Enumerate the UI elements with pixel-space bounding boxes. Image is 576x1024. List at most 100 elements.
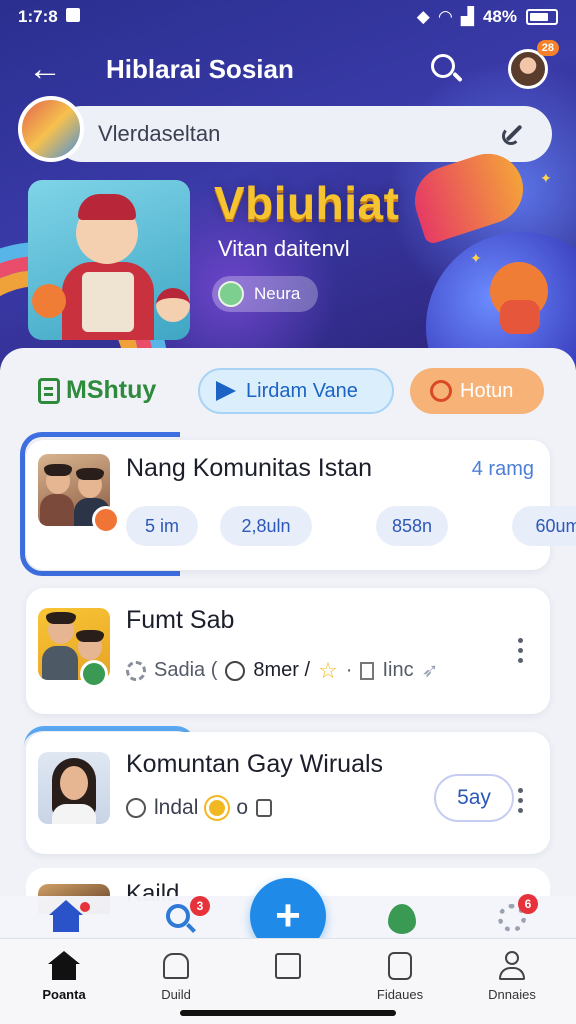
community-card[interactable]: Komuntan Gay Wiruals lndal o 5ay <box>26 732 550 854</box>
tab-label: Poanta <box>42 987 86 1002</box>
community-badge-icon <box>80 660 108 688</box>
filter-chip-label: MShtuy <box>66 376 157 404</box>
kid-illustration <box>156 288 190 322</box>
card-title: Nang Komunitas Istan <box>126 454 372 482</box>
card-title: Komuntan Gay Wiruals <box>126 750 384 778</box>
smile-icon <box>225 660 246 681</box>
document-icon <box>38 377 60 404</box>
book-icon <box>218 281 244 307</box>
kid-illustration <box>78 194 136 220</box>
settings-badge: 6 <box>518 894 538 914</box>
leaf-icon[interactable] <box>384 900 420 936</box>
mascot-illustration <box>32 284 66 318</box>
separator: · <box>345 659 353 681</box>
member-count: 4 ramg <box>471 458 534 480</box>
edit-icon[interactable] <box>502 121 528 147</box>
status-bar: 1:7:8 ◆ ◠ ▟ 48% <box>0 0 576 34</box>
banner-title: Vbiuhiat <box>214 177 400 229</box>
shield-icon <box>384 951 416 981</box>
stat-pill: 60um <box>512 506 576 546</box>
search-icon[interactable] <box>428 51 464 87</box>
star-icon: ☆ <box>318 657 338 683</box>
star-icon: ✦ <box>540 170 552 186</box>
home-icon <box>48 951 80 981</box>
filter-chip-label: Hotun <box>460 379 514 402</box>
tab-profile[interactable]: Dnnaies <box>462 951 562 1002</box>
meta-text: Iinc <box>382 659 414 681</box>
person-shirt <box>40 494 74 526</box>
tab-favorites[interactable]: Fidaues <box>350 951 450 1002</box>
tab-label: Duild <box>161 987 191 1002</box>
status-icons: ◆ ◠ ▟ 48% <box>417 7 558 27</box>
stat-pill: 858n <box>376 506 448 546</box>
gear-icon[interactable]: 6 <box>494 894 538 936</box>
community-card[interactable]: Fumt Sab Sadia ( 8mer / ☆ · Iinc ➶ <box>26 588 550 714</box>
filter-chip-label: Lirdam Vane <box>246 379 358 402</box>
search-placeholder: Vlerdaseltan <box>98 121 221 146</box>
location-icon <box>430 380 452 402</box>
building-icon <box>160 951 192 981</box>
notification-icon <box>65 8 80 22</box>
wifi-icon: ◠ <box>438 7 452 26</box>
community-card[interactable]: Nang Komunitas Istan 4 ramg 5 im 2,8uln … <box>26 440 576 570</box>
gear-icon <box>126 660 146 681</box>
nfc-icon: ◆ <box>416 7 430 26</box>
person-hair <box>46 612 76 624</box>
battery-icon <box>526 9 558 25</box>
search-badge: 3 <box>190 896 210 916</box>
search-icon[interactable]: 3 <box>162 896 210 936</box>
bird-icon: ➶ <box>421 660 439 682</box>
tab-home[interactable]: Poanta <box>14 951 114 1002</box>
user-avatar[interactable] <box>18 96 84 162</box>
person-shirt <box>42 646 78 680</box>
community-thumbnail <box>38 752 110 824</box>
filter-chip-blue[interactable]: Lirdam Vane <box>198 368 394 414</box>
back-arrow-icon[interactable]: ← <box>28 52 72 86</box>
tab-compose[interactable]: Duild <box>238 951 338 1002</box>
card-stats: 5 im 2,8uln 858n 60um <box>126 506 576 546</box>
signal-icon: ▟ <box>460 7 474 26</box>
meta-text: Sadia ( <box>154 659 218 681</box>
app-bar: ← Hiblarai Sosian 28 <box>0 40 576 96</box>
filter-chips: MShtuy Lirdam Vane Hotun <box>0 368 576 416</box>
tab-label: Dnnaies <box>488 987 536 1002</box>
more-options-icon[interactable] <box>518 788 524 813</box>
tab-build[interactable]: Duild <box>126 951 226 1002</box>
banner-chip[interactable]: Neura <box>212 276 318 312</box>
tab-label: Fidaues <box>376 987 424 1002</box>
banner-chip-label: Neura <box>254 284 301 303</box>
more-options-icon[interactable] <box>518 638 524 663</box>
card-meta: lndal o <box>126 796 273 820</box>
unread-dot <box>80 902 90 912</box>
box-icon <box>360 661 375 680</box>
home-icon[interactable] <box>48 900 90 936</box>
search-row: Vlerdaseltan <box>18 96 552 162</box>
filter-chip-text[interactable]: MShtuy <box>38 376 156 405</box>
person-hair <box>76 630 104 642</box>
star-icon: ✦ <box>470 250 482 266</box>
notification-badge: 28 <box>536 40 559 56</box>
person-hair <box>76 468 104 480</box>
sun-icon <box>206 797 229 819</box>
person-hair <box>44 464 72 476</box>
kid-illustration <box>82 272 134 332</box>
battery-percent: 48% <box>482 7 517 26</box>
profile-avatar[interactable]: 28 <box>508 40 559 89</box>
meta-text: o <box>236 796 249 819</box>
card-title: Fumt Sab <box>126 606 235 634</box>
stat-pill: 5 im <box>126 506 198 546</box>
status-time: 1:7:8 <box>18 7 417 27</box>
meta-text: lndal <box>154 796 199 819</box>
person-shirt <box>52 804 96 824</box>
person-icon <box>496 951 528 981</box>
search-input[interactable]: Vlerdaseltan <box>54 106 552 162</box>
community-badge-icon <box>92 506 120 534</box>
mascot-illustration <box>500 300 540 334</box>
clock-icon <box>126 798 146 818</box>
filter-chip-orange[interactable]: Hotun <box>410 368 544 414</box>
lock-icon <box>256 799 273 817</box>
card-meta: Sadia ( 8mer / ☆ · Iinc ➶ <box>126 658 438 683</box>
day-button[interactable]: 5ay <box>434 774 514 822</box>
stat-pill: 2,8uln <box>220 506 312 546</box>
play-arrow-icon <box>216 381 236 401</box>
